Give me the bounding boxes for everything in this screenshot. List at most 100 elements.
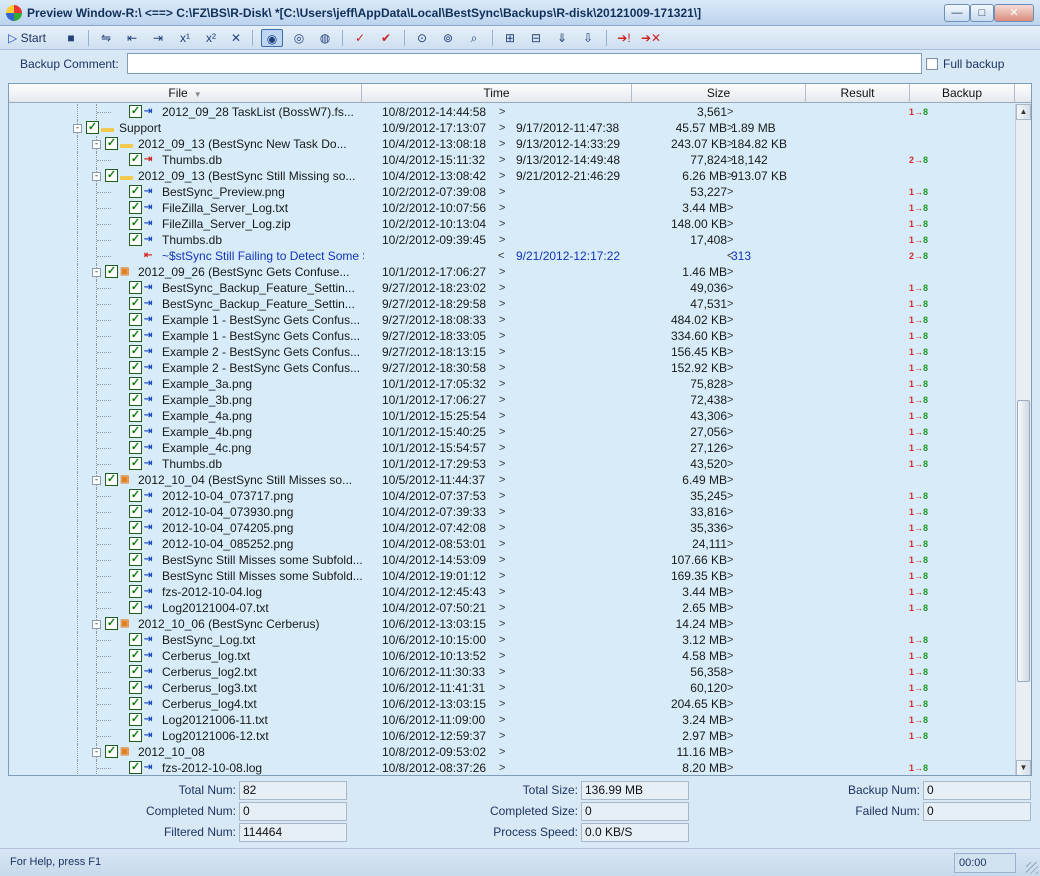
row-checkbox[interactable]: ✓: [129, 585, 142, 598]
row-checkbox[interactable]: ✓: [129, 345, 142, 358]
error-next-icon[interactable]: ➔!: [614, 29, 634, 47]
stop-icon[interactable]: ■: [63, 29, 79, 47]
table-row[interactable]: ✓ ⇥ Log20121006-12.txt 10/6/2012-12:59:37 > 2…: [9, 728, 1014, 744]
table-row[interactable]: ✓ ⇥ Example 1 - BestSync Gets Confus... 9/2…: [9, 328, 1014, 344]
row-checkbox[interactable]: ✓: [129, 553, 142, 566]
table-row[interactable]: ✓ ⇥ Example 2 - BestSync Gets Confus... 9/2…: [9, 360, 1014, 376]
row-checkbox[interactable]: ✓: [129, 521, 142, 534]
table-row[interactable]: - ✓ ▬ 2012_09_13 (BestSync Still Missing so…: [9, 168, 1014, 184]
full-backup-checkbox[interactable]: Full backup: [926, 57, 1004, 71]
table-row[interactable]: ✓ ⇥ BestSync_Preview.png 10/2/2012-07:39:08…: [9, 184, 1014, 200]
table-row[interactable]: - ✓ ▣ 2012_09_26 (BestSync Gets Confuse... 1…: [9, 264, 1014, 280]
x1-icon[interactable]: x¹: [174, 29, 196, 47]
resize-grip-icon[interactable]: [1026, 862, 1038, 874]
check-mark-icon[interactable]: ✔: [376, 29, 396, 47]
preview-icon[interactable]: ◉: [261, 29, 283, 47]
table-row[interactable]: ✓ ⇥ Cerberus_log.txt 10/6/2012-10:13:52 > 4.5…: [9, 648, 1014, 664]
row-checkbox[interactable]: ✓: [129, 281, 142, 294]
collapse-toggle-icon[interactable]: -: [92, 172, 101, 181]
scroll-down-icon[interactable]: ▼: [1016, 760, 1031, 775]
table-row[interactable]: ✓ ⇥ 2012_09_28 TaskList (BossW7).fs... 10/8…: [9, 104, 1014, 120]
table-row[interactable]: - ✓ ▬ Support 10/9/2012-17:13:07 > 9/17/2012-1…: [9, 120, 1014, 136]
row-checkbox[interactable]: ✓: [129, 361, 142, 374]
row-checkbox[interactable]: ✓: [129, 441, 142, 454]
row-checkbox[interactable]: ✓: [129, 601, 142, 614]
row-checkbox[interactable]: ✓: [129, 233, 142, 246]
q1-icon[interactable]: ⊙: [412, 29, 432, 47]
column-file[interactable]: File ▼: [9, 84, 362, 103]
table-row[interactable]: - ✓ ▣ 2012_10_04 (BestSync Still Misses so.…: [9, 472, 1014, 488]
row-checkbox[interactable]: ✓: [105, 473, 118, 486]
row-checkbox[interactable]: ✓: [129, 377, 142, 390]
sync-left-icon[interactable]: ⇤: [122, 29, 142, 47]
table-row[interactable]: ✓ ⇥ Thumbs.db 10/4/2012-15:11:32 > 9/13/2012-…: [9, 152, 1014, 168]
table-row[interactable]: ✓ ⇥ BestSync Still Misses some Subfold... 1…: [9, 568, 1014, 584]
column-result[interactable]: Result: [806, 84, 910, 103]
backup-comment-input[interactable]: [127, 53, 922, 74]
table-row[interactable]: ✓ ⇥ Example_4b.png 10/1/2012-15:40:25 > 27,05…: [9, 424, 1014, 440]
row-checkbox[interactable]: ✓: [129, 665, 142, 678]
row-checkbox[interactable]: ✓: [129, 633, 142, 646]
table-row[interactable]: ✓ ⇥ Example_3a.png 10/1/2012-17:05:32 > 75,82…: [9, 376, 1014, 392]
close-button[interactable]: ✕: [994, 4, 1034, 22]
table-row[interactable]: ✓ ⇥ Cerberus_log3.txt 10/6/2012-11:41:31 > 60…: [9, 680, 1014, 696]
collapse-toggle-icon[interactable]: -: [92, 620, 101, 629]
row-checkbox[interactable]: ✓: [129, 537, 142, 550]
table-row[interactable]: ✓ ⇥ FileZilla_Server_Log.zip 10/2/2012-10:1…: [9, 216, 1014, 232]
table-row[interactable]: - ✓ ▣ 2012_10_06 (BestSync Cerberus) 10/6/20…: [9, 616, 1014, 632]
q2-icon[interactable]: ⊚: [438, 29, 458, 47]
row-checkbox[interactable]: ✓: [129, 505, 142, 518]
table-row[interactable]: ✓ ⇥ Example_4c.png 10/1/2012-15:54:57 > 27,12…: [9, 440, 1014, 456]
preview-all-icon[interactable]: ◍: [314, 29, 336, 47]
maximize-button[interactable]: □: [970, 4, 994, 22]
table-row[interactable]: ✓ ⇥ Log20121006-11.txt 10/6/2012-11:09:00 > 3…: [9, 712, 1014, 728]
table-row[interactable]: ⇤ ~$stSync Still Failing to Detect Some S…: [9, 248, 1014, 264]
row-checkbox[interactable]: ✓: [129, 409, 142, 422]
scroll-thumb[interactable]: [1017, 400, 1030, 682]
table-row[interactable]: ✓ ⇥ 2012-10-04_073930.png 10/4/2012-07:39:3…: [9, 504, 1014, 520]
row-checkbox[interactable]: ✓: [129, 649, 142, 662]
column-backup[interactable]: Backup: [910, 84, 1015, 103]
row-checkbox[interactable]: ✓: [105, 137, 118, 150]
row-checkbox[interactable]: ✓: [129, 457, 142, 470]
x2-icon[interactable]: x²: [200, 29, 222, 47]
table-row[interactable]: ✓ ⇥ BestSync_Log.txt 10/6/2012-10:15:00 > 3.1…: [9, 632, 1014, 648]
table-row[interactable]: ✓ ⇥ Example_3b.png 10/1/2012-17:06:27 > 72,43…: [9, 392, 1014, 408]
table-row[interactable]: ✓ ⇥ BestSync Still Misses some Subfold... 1…: [9, 552, 1014, 568]
table-row[interactable]: ✓ ⇥ 2012-10-04_085252.png 10/4/2012-08:53:0…: [9, 536, 1014, 552]
cancel-icon[interactable]: ✕: [228, 29, 244, 47]
row-checkbox[interactable]: ✓: [129, 729, 142, 742]
tree-icon[interactable]: ⊞: [500, 29, 520, 47]
row-checkbox[interactable]: ✓: [129, 297, 142, 310]
row-checkbox[interactable]: ✓: [129, 713, 142, 726]
row-checkbox[interactable]: ✓: [129, 185, 142, 198]
collapse-toggle-icon[interactable]: -: [92, 268, 101, 277]
table-row[interactable]: ✓ ⇥ Log20121004-07.txt 10/4/2012-07:50:21 > 2…: [9, 600, 1014, 616]
row-checkbox[interactable]: ✓: [129, 569, 142, 582]
row-checkbox[interactable]: ✓: [129, 393, 142, 406]
table-row[interactable]: ✓ ⇥ fzs-2012-10-04.log 10/4/2012-12:45:43 > 3…: [9, 584, 1014, 600]
table-row[interactable]: ✓ ⇥ Cerberus_log2.txt 10/6/2012-11:30:33 > 56…: [9, 664, 1014, 680]
preview-filter-icon[interactable]: ◎: [288, 29, 310, 47]
sync-right-icon[interactable]: ⇥: [148, 29, 168, 47]
table-row[interactable]: ✓ ⇥ FileZilla_Server_Log.txt 10/2/2012-10:0…: [9, 200, 1014, 216]
row-checkbox[interactable]: ✓: [129, 313, 142, 326]
row-checkbox[interactable]: ✓: [129, 681, 142, 694]
row-checkbox[interactable]: ✓: [129, 201, 142, 214]
collapse-down-icon[interactable]: ⇓: [552, 29, 572, 47]
check-red-icon[interactable]: ✓: [350, 29, 370, 47]
row-checkbox[interactable]: ✓: [129, 489, 142, 502]
start-button[interactable]: ▷ Start: [8, 29, 56, 47]
table-row[interactable]: ✓ ⇥ Thumbs.db 10/2/2012-09:39:45 >17,408 >1→8: [9, 232, 1014, 248]
table-row[interactable]: ✓ ⇥ Thumbs.db 10/1/2012-17:29:53 >43,520 >1→8: [9, 456, 1014, 472]
row-checkbox[interactable]: ✓: [129, 329, 142, 342]
table-row[interactable]: ✓ ⇥ BestSync_Backup_Feature_Settin... 9/27/…: [9, 296, 1014, 312]
row-checkbox[interactable]: ✓: [105, 617, 118, 630]
table-row[interactable]: ✓ ⇥ fzs-2012-10-08.log 10/8/2012-08:37:26 > 8…: [9, 760, 1014, 775]
table-row[interactable]: - ✓ ▣ 2012_10_08 10/8/2012-09:53:02 > 11.16 MB…: [9, 744, 1014, 760]
row-checkbox[interactable]: ✓: [129, 153, 142, 166]
table-row[interactable]: ✓ ⇥ Example 2 - BestSync Gets Confus... 9/2…: [9, 344, 1014, 360]
sync-both-icon[interactable]: ⇋: [96, 29, 116, 47]
error-clear-icon[interactable]: ➔✕: [640, 29, 662, 47]
row-checkbox[interactable]: ✓: [105, 265, 118, 278]
